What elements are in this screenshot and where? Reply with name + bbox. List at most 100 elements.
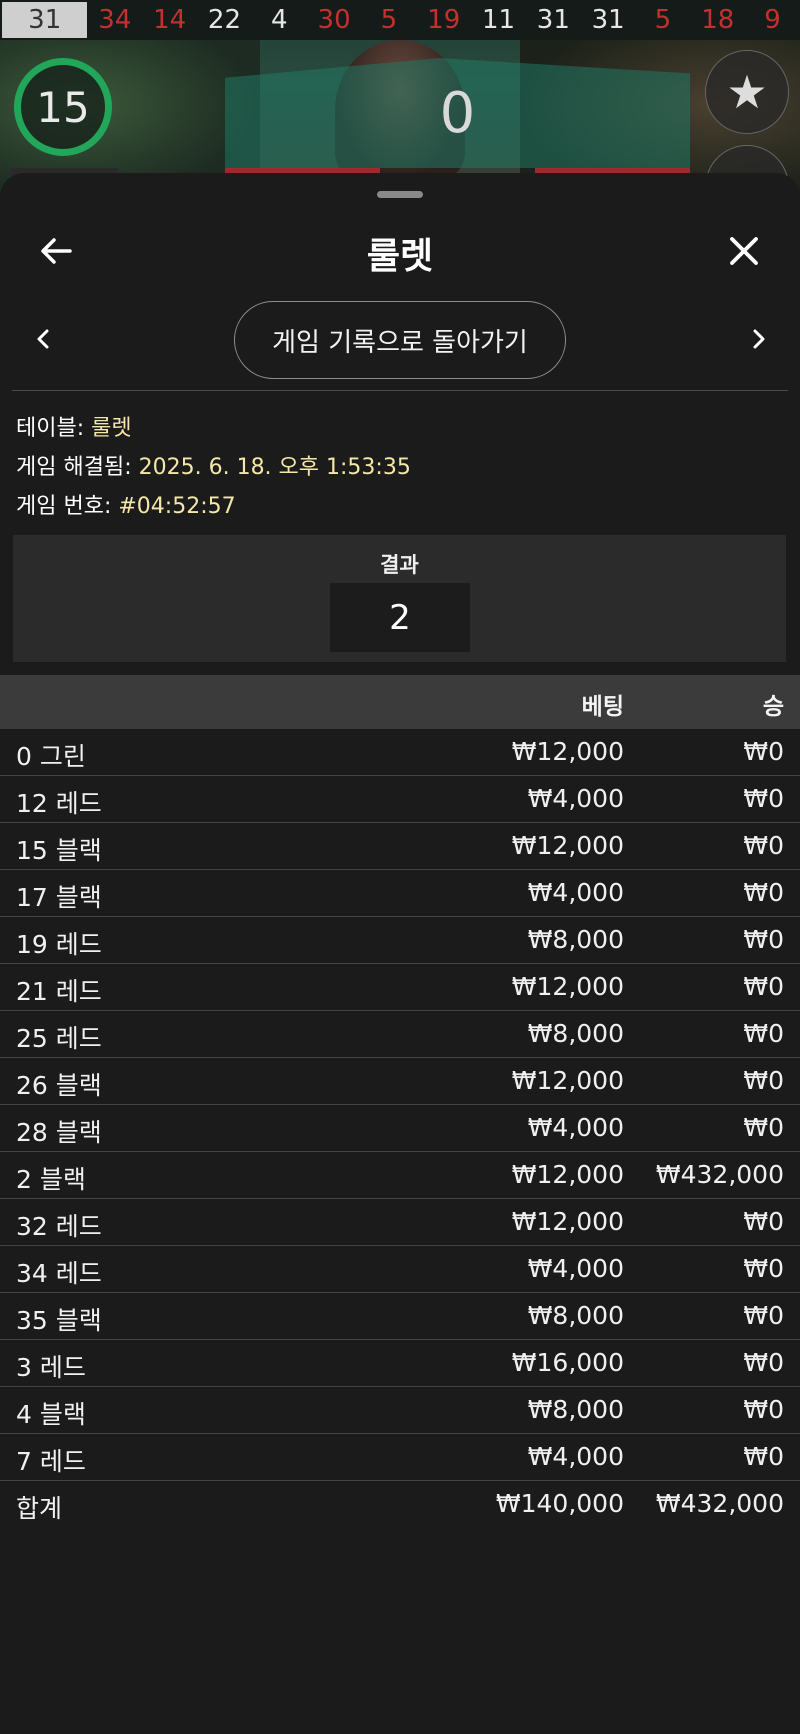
bet-amount: ₩12,000 bbox=[511, 972, 624, 1001]
back-to-history-button[interactable]: 게임 기록으로 돌아가기 bbox=[234, 301, 566, 379]
total-win: ₩432,000 bbox=[655, 1489, 784, 1518]
bet-amount: ₩4,000 bbox=[527, 784, 624, 813]
table-row: 32 레드 ₩12,000 ₩0 bbox=[0, 1199, 800, 1246]
table-row: 15 블랙 ₩12,000 ₩0 bbox=[0, 823, 800, 870]
table-row: 2 블랙 ₩12,000 ₩432,000 bbox=[0, 1152, 800, 1199]
table-row: 26 블랙 ₩12,000 ₩0 bbox=[0, 1058, 800, 1105]
sheet-drag-handle[interactable] bbox=[377, 191, 423, 198]
bet-name: 4 블랙 bbox=[16, 1400, 86, 1429]
bet-name: 19 레드 bbox=[16, 930, 102, 959]
history-number: 9 bbox=[764, 5, 781, 35]
history-number: 31 bbox=[591, 5, 625, 35]
bet-amount: ₩4,000 bbox=[527, 1113, 624, 1142]
sheet-header: 룰렛 bbox=[0, 213, 800, 293]
history-number: 19 bbox=[427, 5, 461, 35]
result-panel: 결과 2 bbox=[13, 535, 786, 662]
history-number: 5 bbox=[380, 5, 398, 35]
previous-game-chevron-icon[interactable] bbox=[24, 319, 64, 359]
history-number: 11 bbox=[481, 5, 516, 35]
table-row: 25 레드 ₩8,000 ₩0 bbox=[0, 1011, 800, 1058]
win-amount: ₩0 bbox=[743, 1301, 784, 1330]
table-header: 베팅 승 bbox=[0, 675, 800, 729]
bet-name: 34 레드 bbox=[16, 1259, 102, 1288]
win-amount: ₩0 bbox=[743, 1395, 784, 1424]
result-history-strip: 31 34 14 22 4 30 5 19 11 31 31 5 18 9 bbox=[0, 0, 800, 40]
win-amount: ₩0 bbox=[743, 925, 784, 954]
win-amount: ₩0 bbox=[743, 831, 784, 860]
resolved-info-value: 2025. 6. 18. 오후 1:53:35 bbox=[138, 455, 411, 480]
table-row: 34 레드 ₩4,000 ₩0 bbox=[0, 1246, 800, 1293]
win-amount: ₩0 bbox=[743, 1442, 784, 1471]
countdown-timer: 15 bbox=[14, 58, 112, 156]
game-navigation: 게임 기록으로 돌아가기 bbox=[0, 301, 800, 381]
table-row: 21 레드 ₩12,000 ₩0 bbox=[0, 964, 800, 1011]
table-info-label: 테이블: bbox=[16, 416, 92, 441]
total-bet: ₩140,000 bbox=[495, 1489, 624, 1518]
bets-table: 베팅 승 0 그린 ₩12,000 ₩0 12 레드 ₩4,000 ₩0 15 블랙 ₩12,… bbox=[0, 675, 800, 1528]
table-row: 17 블랙 ₩4,000 ₩0 bbox=[0, 870, 800, 917]
bet-amount: ₩16,000 bbox=[511, 1348, 624, 1377]
bet-name: 12 레드 bbox=[16, 789, 102, 818]
bet-amount: ₩8,000 bbox=[527, 1395, 624, 1424]
bet-amount: ₩12,000 bbox=[511, 1207, 624, 1236]
bet-name: 7 레드 bbox=[16, 1447, 86, 1476]
favorite-star-button[interactable]: ★ bbox=[705, 50, 789, 134]
bet-name: 26 블랙 bbox=[16, 1071, 102, 1100]
table-row: 3 레드 ₩16,000 ₩0 bbox=[0, 1340, 800, 1387]
game-number-label: 게임 번호: bbox=[16, 494, 119, 519]
bet-name: 21 레드 bbox=[16, 977, 102, 1006]
table-row: 4 블랙 ₩8,000 ₩0 bbox=[0, 1387, 800, 1434]
bet-name: 3 레드 bbox=[16, 1353, 86, 1382]
table-info: 테이블: 룰렛 bbox=[16, 410, 132, 442]
column-header-win: 승 bbox=[762, 694, 784, 720]
bet-amount: ₩8,000 bbox=[527, 1019, 624, 1048]
win-amount: ₩0 bbox=[743, 1348, 784, 1377]
history-number: 4 bbox=[270, 5, 288, 35]
history-number: 30 bbox=[317, 5, 351, 35]
bet-name: 15 블랙 bbox=[16, 836, 102, 865]
resolved-info: 게임 해결됨: 2025. 6. 18. 오후 1:53:35 bbox=[16, 449, 411, 481]
bet-name: 0 그린 bbox=[16, 742, 86, 771]
win-amount: ₩0 bbox=[743, 1113, 784, 1142]
bet-name: 32 레드 bbox=[16, 1212, 102, 1241]
next-game-chevron-icon[interactable] bbox=[738, 319, 778, 359]
bet-name: 17 블랙 bbox=[16, 883, 102, 912]
bet-amount: ₩12,000 bbox=[511, 1066, 624, 1095]
resolved-info-label: 게임 해결됨: bbox=[16, 455, 139, 480]
win-amount: ₩0 bbox=[743, 784, 784, 813]
result-label: 결과 bbox=[380, 553, 419, 577]
bet-amount: ₩4,000 bbox=[527, 878, 624, 907]
table-row: 12 레드 ₩4,000 ₩0 bbox=[0, 776, 800, 823]
table-row: 7 레드 ₩4,000 ₩0 bbox=[0, 1434, 800, 1481]
table-row: 35 블랙 ₩8,000 ₩0 bbox=[0, 1293, 800, 1340]
bet-amount: ₩8,000 bbox=[527, 1301, 624, 1330]
bet-amount: ₩8,000 bbox=[527, 925, 624, 954]
game-number-value: #04:52:57 bbox=[118, 494, 236, 519]
table-row: 0 그린 ₩12,000 ₩0 bbox=[0, 729, 800, 776]
bet-name: 25 레드 bbox=[16, 1024, 102, 1053]
last-result-display: 0 bbox=[225, 58, 690, 168]
table-info-value: 룰렛 bbox=[91, 416, 132, 441]
history-number: 18 bbox=[701, 5, 735, 35]
bet-name: 35 블랙 bbox=[16, 1306, 102, 1335]
bet-amount: ₩12,000 bbox=[511, 831, 624, 860]
history-number: 5 bbox=[654, 5, 672, 35]
history-number: 31 bbox=[536, 5, 570, 35]
bet-amount: ₩4,000 bbox=[527, 1442, 624, 1471]
win-amount: ₩0 bbox=[743, 1019, 784, 1048]
total-row: 합계 ₩140,000 ₩432,000 bbox=[0, 1481, 800, 1528]
win-amount: ₩0 bbox=[743, 878, 784, 907]
result-number: 2 bbox=[330, 583, 470, 652]
win-amount: ₩0 bbox=[743, 1254, 784, 1283]
close-icon[interactable] bbox=[724, 231, 764, 271]
table-row: 19 레드 ₩8,000 ₩0 bbox=[0, 917, 800, 964]
bet-name: 28 블랙 bbox=[16, 1118, 102, 1147]
history-number: 34 bbox=[98, 5, 132, 35]
bet-name: 2 블랙 bbox=[16, 1165, 86, 1194]
bet-amount: ₩12,000 bbox=[511, 1160, 624, 1189]
win-amount: ₩0 bbox=[743, 1066, 784, 1095]
divider bbox=[12, 390, 788, 391]
history-number: 31 bbox=[2, 2, 88, 38]
game-details-sheet: 룰렛 게임 기록으로 돌아가기 테이블: 룰렛 게임 해결됨: 2025. 6.… bbox=[0, 173, 800, 1734]
bet-amount: ₩12,000 bbox=[511, 737, 624, 766]
